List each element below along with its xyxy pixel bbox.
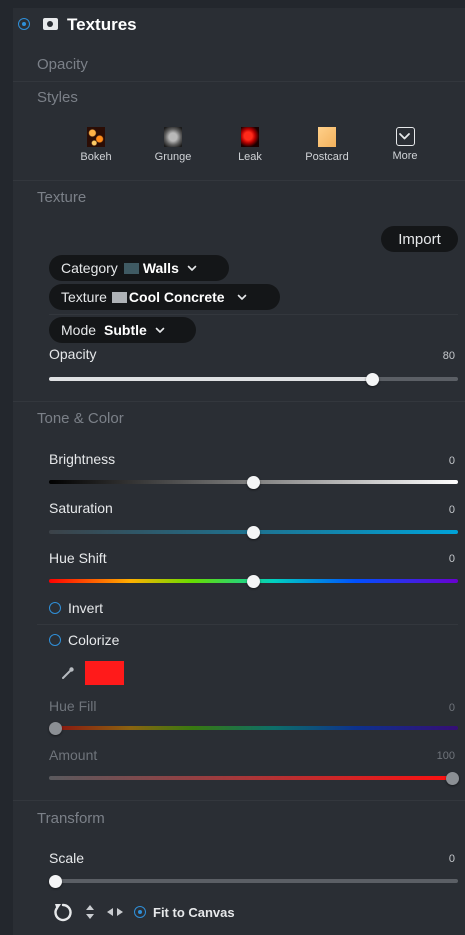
hue-fill-slider-thumb[interactable] — [49, 722, 62, 735]
chevron-down-icon — [187, 265, 197, 271]
colorize-swatch[interactable] — [85, 661, 124, 685]
saturation-label: Saturation — [49, 500, 113, 516]
style-grunge[interactable]: Grunge — [141, 127, 205, 163]
saturation-value[interactable]: 0 — [415, 504, 455, 516]
style-leak[interactable]: Leak — [218, 127, 282, 163]
style-postcard[interactable]: Postcard — [295, 127, 359, 163]
toggle-dot — [21, 21, 26, 26]
hue-shift-label: Hue Shift — [49, 550, 107, 566]
tone-color-section-title[interactable]: Tone & Color — [37, 410, 124, 427]
flip-vertical-icon[interactable] — [85, 904, 95, 920]
invert-radio[interactable] — [49, 602, 61, 614]
panel-enable-toggle[interactable] — [18, 18, 30, 30]
style-more[interactable]: More — [373, 127, 437, 162]
chevron-down-icon — [237, 294, 246, 300]
opacity-value[interactable]: 80 — [415, 350, 455, 362]
invert-label[interactable]: Invert — [68, 600, 103, 616]
chevron-down-icon — [155, 327, 165, 333]
amount-label: Amount — [49, 747, 98, 763]
walls-thumbnail — [123, 262, 139, 274]
brightness-value[interactable]: 0 — [415, 455, 455, 467]
panel-title: Textures — [67, 15, 137, 34]
category-dropdown[interactable]: Category Walls — [49, 255, 229, 281]
style-label: Bokeh — [80, 151, 112, 163]
hue-fill-value[interactable]: 0 — [415, 702, 455, 714]
scale-slider-track[interactable] — [49, 879, 458, 883]
opacity-section-title[interactable]: Opacity — [37, 56, 88, 73]
opacity-label: Opacity — [49, 346, 97, 362]
hue-fill-slider-track[interactable] — [49, 726, 458, 730]
fit-to-canvas-radio[interactable] — [134, 906, 146, 918]
style-label: Postcard — [305, 151, 349, 163]
eyedropper-icon[interactable] — [61, 666, 75, 680]
leak-thumbnail — [241, 127, 259, 147]
amount-slider-thumb[interactable] — [446, 772, 459, 785]
amount-value[interactable]: 100 — [415, 750, 455, 762]
style-label: Grunge — [154, 151, 192, 163]
postcard-thumbnail — [318, 127, 336, 147]
transform-section-title[interactable]: Transform — [37, 810, 105, 827]
style-bokeh[interactable]: Bokeh — [64, 127, 128, 163]
saturation-slider-thumb[interactable] — [247, 526, 260, 539]
brightness-slider-thumb[interactable] — [247, 476, 260, 489]
mode-dropdown[interactable]: Mode Subtle — [49, 317, 196, 343]
opacity-slider-track[interactable] — [49, 377, 458, 381]
style-label: More — [392, 150, 418, 162]
styles-section-title[interactable]: Styles — [37, 89, 78, 106]
scale-slider-thumb[interactable] — [49, 875, 62, 888]
fit-to-canvas-label[interactable]: Fit to Canvas — [153, 905, 235, 920]
brightness-label: Brightness — [49, 451, 116, 467]
texture-section-title[interactable]: Texture — [37, 189, 86, 206]
texture-dropdown[interactable]: Texture Cool Concrete — [49, 284, 280, 310]
grunge-thumbnail — [164, 127, 182, 147]
texture-layer-icon — [43, 18, 58, 30]
colorize-label[interactable]: Colorize — [68, 632, 119, 648]
amount-slider-track[interactable] — [49, 776, 458, 780]
hue-shift-slider-thumb[interactable] — [247, 575, 260, 588]
style-label: Leak — [238, 151, 262, 163]
radio-dot — [137, 909, 142, 914]
flip-horizontal-icon[interactable] — [106, 907, 124, 917]
bokeh-thumbnail — [87, 127, 105, 147]
chevron-box-icon — [395, 127, 415, 146]
hue-shift-value[interactable]: 0 — [415, 553, 455, 565]
import-button[interactable]: Import — [381, 226, 458, 252]
concrete-thumbnail — [111, 291, 127, 303]
hue-fill-label: Hue Fill — [49, 698, 97, 714]
scale-label: Scale — [49, 850, 85, 866]
colorize-radio[interactable] — [49, 634, 61, 646]
rotate-icon[interactable] — [52, 901, 74, 923]
scale-value[interactable]: 0 — [415, 853, 455, 865]
opacity-slider-thumb[interactable] — [366, 373, 379, 386]
